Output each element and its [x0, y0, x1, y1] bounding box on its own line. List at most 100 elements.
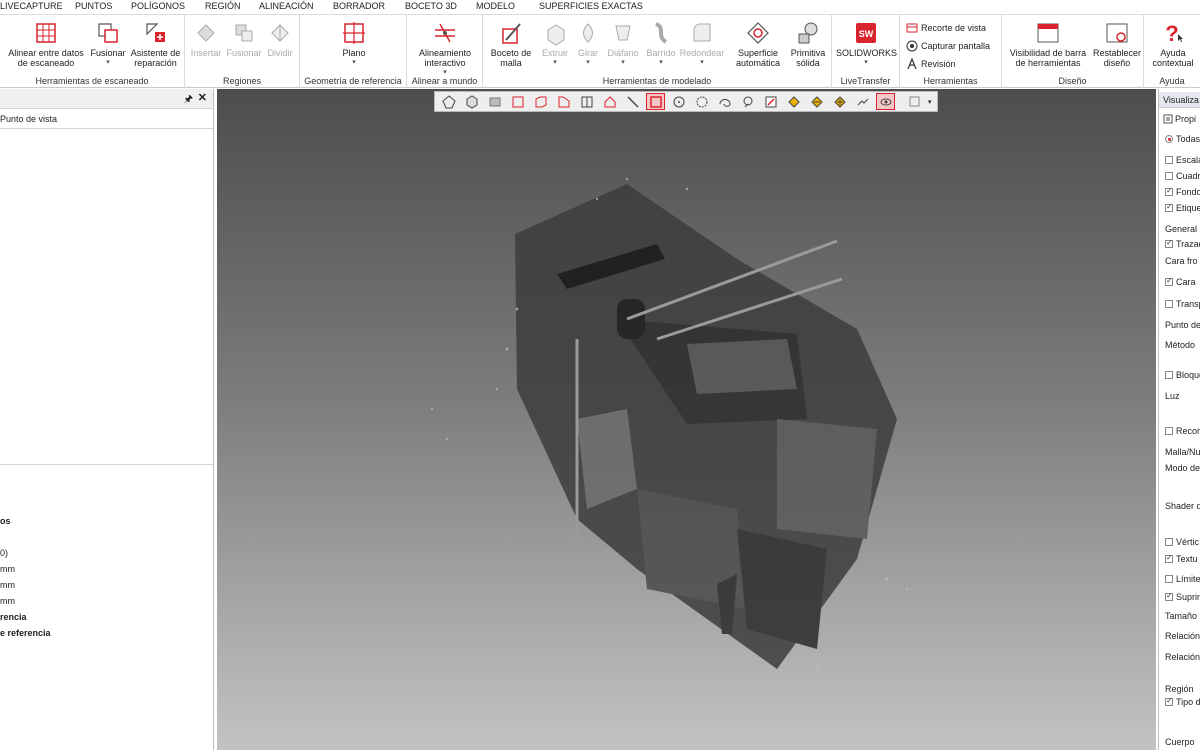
toolbar-visibility-label: Visibilidad de barra de herramientas	[1009, 48, 1087, 68]
display-option-2[interactable]: Fondo	[1165, 186, 1200, 197]
solidworks-button[interactable]: SW SOLIDWORKS ▾	[836, 18, 897, 68]
display-option-20[interactable]: Suprim	[1165, 591, 1200, 602]
repair-wizard-button[interactable]: Asistente de reparación	[128, 18, 183, 68]
menu-boceto-3d[interactable]: BOCETO 3D	[405, 1, 457, 11]
settings-dropdown-icon[interactable]	[905, 93, 924, 110]
checkbox[interactable]	[1165, 538, 1173, 546]
grow-select-icon[interactable]	[830, 93, 849, 110]
checkbox[interactable]	[1165, 202, 1173, 212]
pin-icon[interactable]: 🖈	[184, 92, 193, 109]
polygon-select-icon[interactable]	[439, 93, 458, 110]
display-option-18[interactable]: Textu	[1165, 553, 1198, 564]
checkbox[interactable]	[1165, 575, 1173, 583]
display-option-label: Tipo d	[1176, 697, 1200, 707]
viewpoint-header[interactable]: Punto de vista	[0, 109, 213, 129]
reset-layout-label: Restablecer diseño	[1092, 48, 1142, 68]
checkbox[interactable]	[1165, 553, 1173, 563]
3d-viewport[interactable]	[217, 89, 1156, 750]
view-clip-button[interactable]: Recorte de vista	[906, 22, 986, 34]
display-option-label: General	[1165, 224, 1198, 234]
freeform-lasso-icon[interactable]	[715, 93, 734, 110]
display-mode-icon[interactable]	[485, 93, 504, 110]
line-select-icon[interactable]	[623, 93, 642, 110]
solid-primitive-button[interactable]: Primitiva sólida	[787, 18, 829, 68]
menu-modelo[interactable]: MODELO	[476, 1, 515, 11]
properties-label: Propi	[1175, 114, 1197, 124]
cube-view-icon[interactable]	[462, 93, 481, 110]
close-icon[interactable]: ✕	[198, 91, 207, 104]
checkbox[interactable]	[1165, 300, 1173, 308]
display-option-1[interactable]: Cuadr	[1165, 171, 1200, 181]
all-radio[interactable]: Todas	[1165, 134, 1200, 144]
checkbox[interactable]	[1165, 371, 1173, 379]
merge-region-button[interactable]: Fusionar	[225, 18, 263, 58]
display-option-13[interactable]: Recor	[1165, 426, 1200, 436]
checkbox[interactable]	[1165, 696, 1173, 706]
view-toolbar: ▾	[434, 91, 938, 112]
checkbox[interactable]	[1165, 172, 1173, 180]
display-option-17[interactable]: Vértic	[1165, 537, 1199, 547]
properties-tab[interactable]: Propi	[1163, 114, 1196, 124]
display-option-5[interactable]: Trazad	[1165, 238, 1200, 249]
display-option-22: Relación	[1165, 631, 1200, 641]
plane-button[interactable]: Plano ▾	[334, 18, 374, 68]
mesh-sketch-button[interactable]: Boceto de malla	[487, 18, 535, 68]
point-cloud-scan[interactable]	[217, 89, 1156, 750]
insert-region-label: Insertar	[190, 48, 222, 58]
brush-select-icon[interactable]	[738, 93, 757, 110]
capture-screen-button[interactable]: Capturar pantalla	[906, 40, 990, 52]
paint-select-icon[interactable]	[761, 93, 780, 110]
split-region-button[interactable]: Dividir	[264, 18, 296, 58]
context-help-button[interactable]: ? Ayuda contextual	[1148, 18, 1198, 68]
display-option-3[interactable]: Etique	[1165, 202, 1200, 213]
display-option-14: Malla/Nu	[1165, 447, 1200, 457]
shrink-select-icon[interactable]	[807, 93, 826, 110]
side-view-icon[interactable]	[554, 93, 573, 110]
circle-select-icon[interactable]	[669, 93, 688, 110]
menu-region[interactable]: REGIÓN	[205, 1, 241, 11]
loft-button[interactable]: Diáfano ▾	[605, 18, 641, 68]
visibility-eye-icon[interactable]	[876, 93, 895, 110]
auto-surface-button[interactable]: Superficie automática	[733, 18, 783, 68]
checkbox[interactable]	[1165, 276, 1173, 286]
revolve-button[interactable]: Girar ▾	[573, 18, 603, 68]
chevron-down-icon[interactable]: ▾	[928, 98, 932, 106]
front-view-icon[interactable]	[531, 93, 550, 110]
checkbox[interactable]	[1165, 186, 1173, 196]
loft-icon	[615, 25, 631, 41]
menu-superficies-exactas[interactable]: SUPERFICIES EXACTAS	[539, 1, 643, 11]
sweep-button[interactable]: Barrido ▾	[643, 18, 679, 68]
align-scan-data-button[interactable]: Alinear entre datos de escaneado	[4, 18, 88, 68]
home-view-icon[interactable]	[600, 93, 619, 110]
display-option-19[interactable]: Límite	[1165, 574, 1200, 584]
display-option-23: Relación estática	[1165, 652, 1200, 662]
display-option-8[interactable]: Transp	[1165, 299, 1200, 309]
extrude-button[interactable]: Extruir ▾	[539, 18, 571, 68]
interactive-alignment-button[interactable]: Alineamiento interactivo ▾	[413, 18, 477, 78]
checkbox[interactable]	[1165, 427, 1173, 435]
display-option-7[interactable]: Cara	[1165, 276, 1196, 287]
menu-borrador[interactable]: BORRADOR	[333, 1, 385, 11]
extend-select-icon[interactable]	[784, 93, 803, 110]
menu-livecapture[interactable]: LIVECAPTURE	[0, 1, 63, 11]
polygon-lasso-icon[interactable]	[692, 93, 711, 110]
menu-puntos[interactable]: PUNTOS	[75, 1, 112, 11]
checkbox[interactable]	[1165, 591, 1173, 601]
fillet-button[interactable]: Redondear ▾	[679, 18, 725, 68]
checkbox[interactable]	[1165, 156, 1173, 164]
section-view-icon[interactable]	[577, 93, 596, 110]
insert-region-button[interactable]: Insertar	[189, 18, 223, 58]
checkbox[interactable]	[1165, 238, 1173, 248]
display-option-25[interactable]: Tipo d	[1165, 696, 1200, 707]
rectangle-select-icon[interactable]	[646, 93, 665, 110]
reset-layout-button[interactable]: Restablecer diseño	[1092, 18, 1142, 68]
invert-select-icon[interactable]	[853, 93, 872, 110]
merge-button[interactable]: Fusionar ▾	[88, 18, 128, 68]
menu-poligonos[interactable]: POLÍGONOS	[131, 1, 185, 11]
box-select-icon[interactable]	[508, 93, 527, 110]
display-option-0[interactable]: Escala	[1165, 155, 1200, 165]
display-option-11[interactable]: Bloque	[1165, 370, 1200, 380]
menu-alineacion[interactable]: ALINEACIÓN	[259, 1, 314, 11]
toolbar-visibility-button[interactable]: Visibilidad de barra de herramientas	[1006, 18, 1090, 68]
review-button[interactable]: Revisión	[906, 58, 956, 70]
